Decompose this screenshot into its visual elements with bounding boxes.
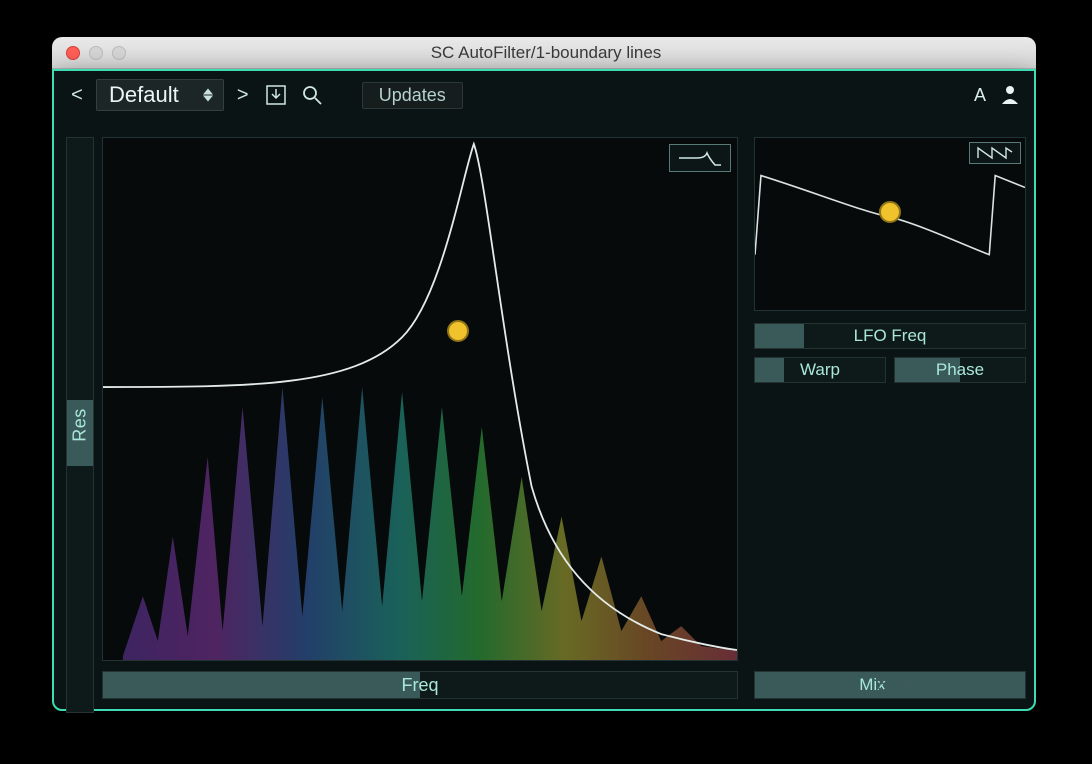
freq-label: Freq <box>401 675 438 696</box>
zoom-window-button[interactable] <box>112 46 126 60</box>
window-title: SC AutoFilter/1-boundary lines <box>126 43 966 63</box>
updates-button[interactable]: Updates <box>362 82 463 109</box>
save-down-icon[interactable] <box>262 81 290 109</box>
mix-slider[interactable]: Mix 5.34 <box>754 671 1026 699</box>
chevron-updown-icon <box>203 89 213 102</box>
lfo-shape-saw-icon[interactable] <box>969 142 1021 164</box>
filter-shape-lowpass-icon[interactable] <box>669 144 731 172</box>
close-window-button[interactable] <box>66 46 80 60</box>
toolbar: < Default > Updates A <box>54 71 1034 119</box>
preset-next-button[interactable]: > <box>232 84 254 107</box>
ab-toggle[interactable]: A <box>974 85 986 106</box>
freq-slider[interactable]: Freq <box>102 671 738 699</box>
phase-slider[interactable]: Phase <box>894 357 1026 383</box>
resonance-label: Res <box>70 408 91 442</box>
preset-name: Default <box>109 82 179 107</box>
lfo-node[interactable] <box>879 201 901 223</box>
filter-cutoff-node[interactable] <box>447 320 469 342</box>
traffic-lights <box>66 46 126 60</box>
mix-value-ghost: 5.34 <box>878 675 913 696</box>
window-titlebar: SC AutoFilter/1-boundary lines <box>52 37 1036 69</box>
warp-label: Warp <box>800 360 840 380</box>
phase-label: Phase <box>936 360 984 380</box>
preset-prev-button[interactable]: < <box>66 84 88 107</box>
filter-spectrum <box>103 138 737 660</box>
account-icon[interactable] <box>1000 84 1022 106</box>
warp-slider[interactable]: Warp <box>754 357 886 383</box>
resonance-slider[interactable]: Res <box>66 137 94 713</box>
lfo-freq-label: LFO Freq <box>854 326 927 346</box>
lfo-display[interactable] <box>754 137 1026 311</box>
preset-dropdown[interactable]: Default <box>96 79 224 111</box>
lfo-freq-slider[interactable]: LFO Freq <box>754 323 1026 349</box>
filter-display[interactable] <box>102 137 738 661</box>
search-icon[interactable] <box>298 81 326 109</box>
minimize-window-button[interactable] <box>89 46 103 60</box>
plugin-body: < Default > Updates A Res <box>52 69 1036 711</box>
